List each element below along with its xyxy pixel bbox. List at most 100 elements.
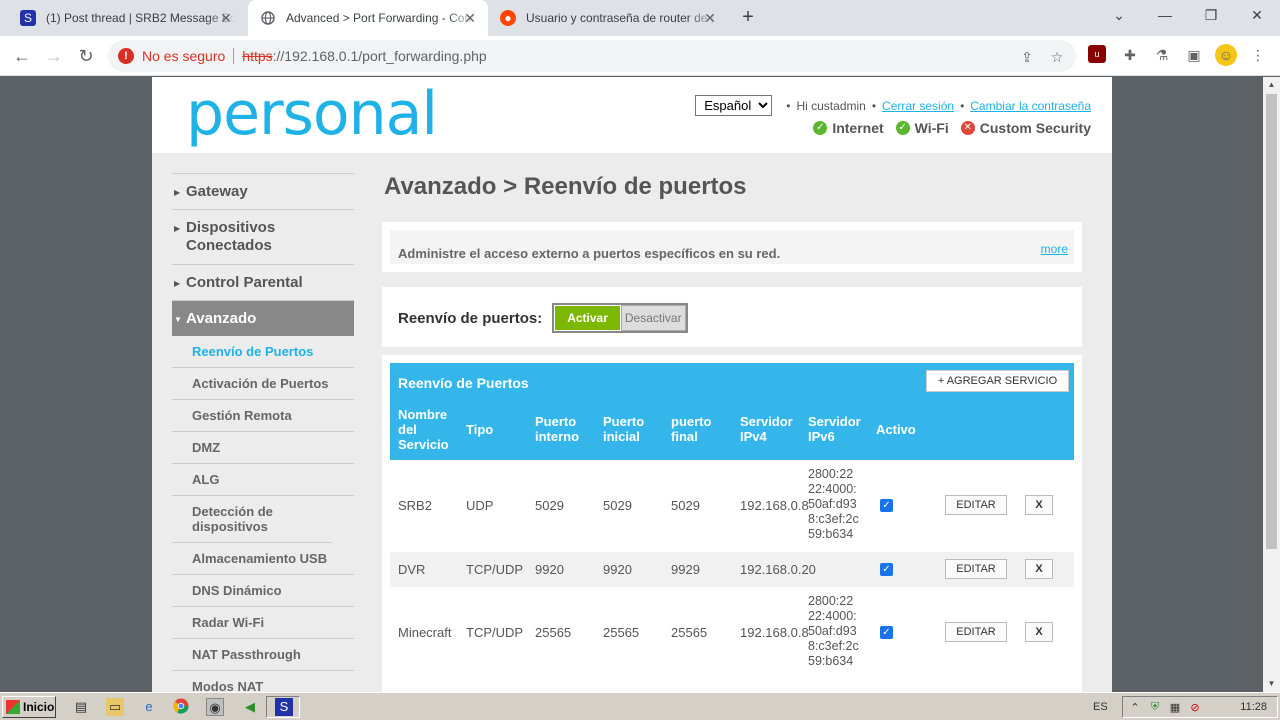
sidebar-subitem-nat-modes[interactable]: Modos NAT xyxy=(172,671,354,692)
chevron-up-icon[interactable]: ⌃ xyxy=(1127,701,1143,714)
browser-tab-srb2[interactable]: S (1) Post thread | SRB2 Message Board ✕ xyxy=(8,0,244,36)
sidebar-subitem-port-triggering[interactable]: Activación de Puertos xyxy=(172,368,354,400)
browser-tab-port-forwarding[interactable]: Advanced > Port Forwarding - Configuraci… xyxy=(248,0,488,36)
close-tab-icon[interactable]: ✕ xyxy=(462,10,478,26)
back-icon[interactable]: ← xyxy=(10,44,34,68)
close-tab-icon[interactable]: ✕ xyxy=(702,10,718,26)
port-forwarding-toggle[interactable]: Activar Desactivar xyxy=(552,303,688,333)
add-service-button[interactable]: + AGREGAR SERVICIO xyxy=(926,370,1069,392)
column-header-internal-port: Puerto interno xyxy=(535,414,580,444)
network-app-icon[interactable]: ◉ xyxy=(206,698,224,716)
scroll-thumb[interactable] xyxy=(1266,94,1277,549)
internet-explorer-icon[interactable]: e xyxy=(140,698,158,716)
sidebar-subitem-wifi-radar[interactable]: Radar Wi-Fi xyxy=(172,607,354,639)
cell-start-port: 9920 xyxy=(603,562,632,577)
language-indicator[interactable]: ES xyxy=(1093,701,1108,713)
edit-button[interactable]: EDITAR xyxy=(945,559,1007,579)
sidebar-subitem-alg[interactable]: ALG xyxy=(172,464,354,496)
greeting: Hi custadmin xyxy=(796,98,866,113)
desktop-icon[interactable]: ▤ xyxy=(72,698,90,716)
keyboard-icon[interactable]: ▦ xyxy=(1167,701,1183,714)
chrome-icon[interactable] xyxy=(172,698,190,716)
router-page: personal Español • Hi custadmin • Cerrar… xyxy=(152,77,1112,692)
sidebar-item-label: Control Parental xyxy=(186,274,303,291)
browser-tab-reddit[interactable]: ● Usuario y contraseña de router de pers… xyxy=(488,0,728,36)
logout-link[interactable]: Cerrar sesión xyxy=(882,99,954,113)
cell-ipv4: 192.168.0.85 xyxy=(740,498,816,513)
status-custom-security[interactable]: ✕ Custom Security xyxy=(960,120,1091,136)
sidebar-subitem-device-discovery[interactable]: Detección de dispositivos xyxy=(172,496,332,543)
sidebar-item-connected-devices[interactable]: ▶ Dispositivos Conectados xyxy=(172,209,354,264)
status-label: Internet xyxy=(832,120,884,136)
menu-kebab-icon[interactable]: ⋮ xyxy=(1248,45,1268,65)
page-title: Avanzado > Reenvío de puertos xyxy=(384,173,747,200)
status-internet[interactable]: ✓ Internet xyxy=(813,120,884,136)
new-tab-button[interactable]: + xyxy=(738,7,758,27)
not-secure-icon[interactable]: ! xyxy=(118,48,134,64)
start-button[interactable]: Inicio xyxy=(2,696,56,718)
labs-flask-icon[interactable]: ⚗ xyxy=(1152,45,1172,65)
arrow-app-icon[interactable]: ◀ xyxy=(241,698,259,716)
not-secure-label[interactable]: No es seguro xyxy=(142,48,225,64)
cell-internal-port: 25565 xyxy=(535,625,572,640)
active-checkbox[interactable]: ✓ xyxy=(880,563,893,576)
delete-button[interactable]: X xyxy=(1025,622,1053,642)
column-header-ipv4: Servidor IPv4 xyxy=(740,414,793,444)
tab-search-icon[interactable]: ⌄ xyxy=(1107,4,1131,28)
extensions-puzzle-icon[interactable]: ✚ xyxy=(1120,45,1140,65)
column-header-ipv6: Servidor IPv6 xyxy=(808,414,861,444)
reload-icon[interactable]: ↻ xyxy=(74,44,98,68)
side-panel-icon[interactable]: ▣ xyxy=(1184,45,1204,65)
brand-logo[interactable]: personal xyxy=(186,79,438,149)
ublock-icon[interactable]: u xyxy=(1088,45,1106,63)
scroll-up-icon[interactable]: ▲ xyxy=(1263,77,1280,93)
cell-internal-port: 5029 xyxy=(535,498,564,513)
delete-button[interactable]: X xyxy=(1025,559,1053,579)
edit-button[interactable]: EDITAR xyxy=(945,495,1007,515)
bookmark-star-icon[interactable]: ☆ xyxy=(1048,48,1066,66)
cell-name: SRB2 xyxy=(398,498,432,513)
cell-type: TCP/UDP xyxy=(466,562,524,577)
share-icon[interactable]: ⇪ xyxy=(1018,48,1036,66)
page-scrollbar[interactable]: ▲ ▼ xyxy=(1263,77,1280,692)
more-link[interactable]: more xyxy=(1041,242,1068,256)
start-label: Inicio xyxy=(23,700,55,714)
active-checkbox[interactable]: ✓ xyxy=(880,499,893,512)
sidebar-subitem-dmz[interactable]: DMZ xyxy=(172,432,354,464)
sidebar-item-parental-control[interactable]: ▶ Control Parental xyxy=(172,264,354,300)
sidebar-subitem-remote-management[interactable]: Gestión Remota xyxy=(172,400,354,432)
separator: • xyxy=(960,98,965,113)
cell-ipv6: 2800:22 22:4000: 50af:d93 8:c3ef:2c 59:b… xyxy=(808,467,864,542)
column-header-type: Tipo xyxy=(466,422,494,437)
folder-icon[interactable]: ▭ xyxy=(106,698,124,716)
forward-icon[interactable]: → xyxy=(42,44,66,68)
close-window-icon[interactable]: ✕ xyxy=(1245,4,1269,28)
edit-button[interactable]: EDITAR xyxy=(945,622,1007,642)
restore-icon[interactable]: ❐ xyxy=(1199,4,1223,28)
sidebar-subitem-usb-storage[interactable]: Almacenamiento USB xyxy=(172,543,354,575)
sidebar-subitem-dynamic-dns[interactable]: DNS Dinámico xyxy=(172,575,354,607)
address-bar[interactable]: ! No es seguro https ://192.168.0.1/port… xyxy=(108,40,1076,72)
volume-muted-icon[interactable]: ⊘ xyxy=(1187,701,1203,714)
active-task-frame[interactable] xyxy=(266,696,300,718)
close-tab-icon[interactable]: ✕ xyxy=(218,10,234,26)
connection-status: ✓ Internet ✓ Wi-Fi ✕ Custom Security xyxy=(801,120,1091,136)
minimize-icon[interactable]: — xyxy=(1153,4,1177,28)
activate-button[interactable]: Activar xyxy=(554,305,621,331)
change-password-link[interactable]: Cambiar la contraseña xyxy=(970,99,1091,113)
sidebar-subitem-port-forwarding[interactable]: Reenvío de Puertos xyxy=(172,336,354,368)
status-wifi[interactable]: ✓ Wi-Fi xyxy=(895,120,949,136)
active-checkbox[interactable]: ✓ xyxy=(880,626,893,639)
security-shield-icon[interactable]: ⛨ xyxy=(1147,701,1163,714)
delete-button[interactable]: X xyxy=(1025,495,1053,515)
scroll-down-icon[interactable]: ▼ xyxy=(1263,676,1280,692)
sidebar-item-advanced[interactable]: ▼ Avanzado xyxy=(172,300,354,336)
globe-icon xyxy=(260,10,276,26)
language-select[interactable]: Español xyxy=(695,95,773,116)
table-row: Minecraft TCP/UDP 25565 25565 25565 192.… xyxy=(390,587,1074,679)
sidebar-subitem-nat-passthrough[interactable]: NAT Passthrough xyxy=(172,639,354,671)
cell-start-port: 5029 xyxy=(603,498,632,513)
deactivate-button[interactable]: Desactivar xyxy=(620,305,686,331)
profile-avatar[interactable]: ☺ xyxy=(1215,44,1237,66)
sidebar-item-gateway[interactable]: ▶ Gateway xyxy=(172,173,354,209)
